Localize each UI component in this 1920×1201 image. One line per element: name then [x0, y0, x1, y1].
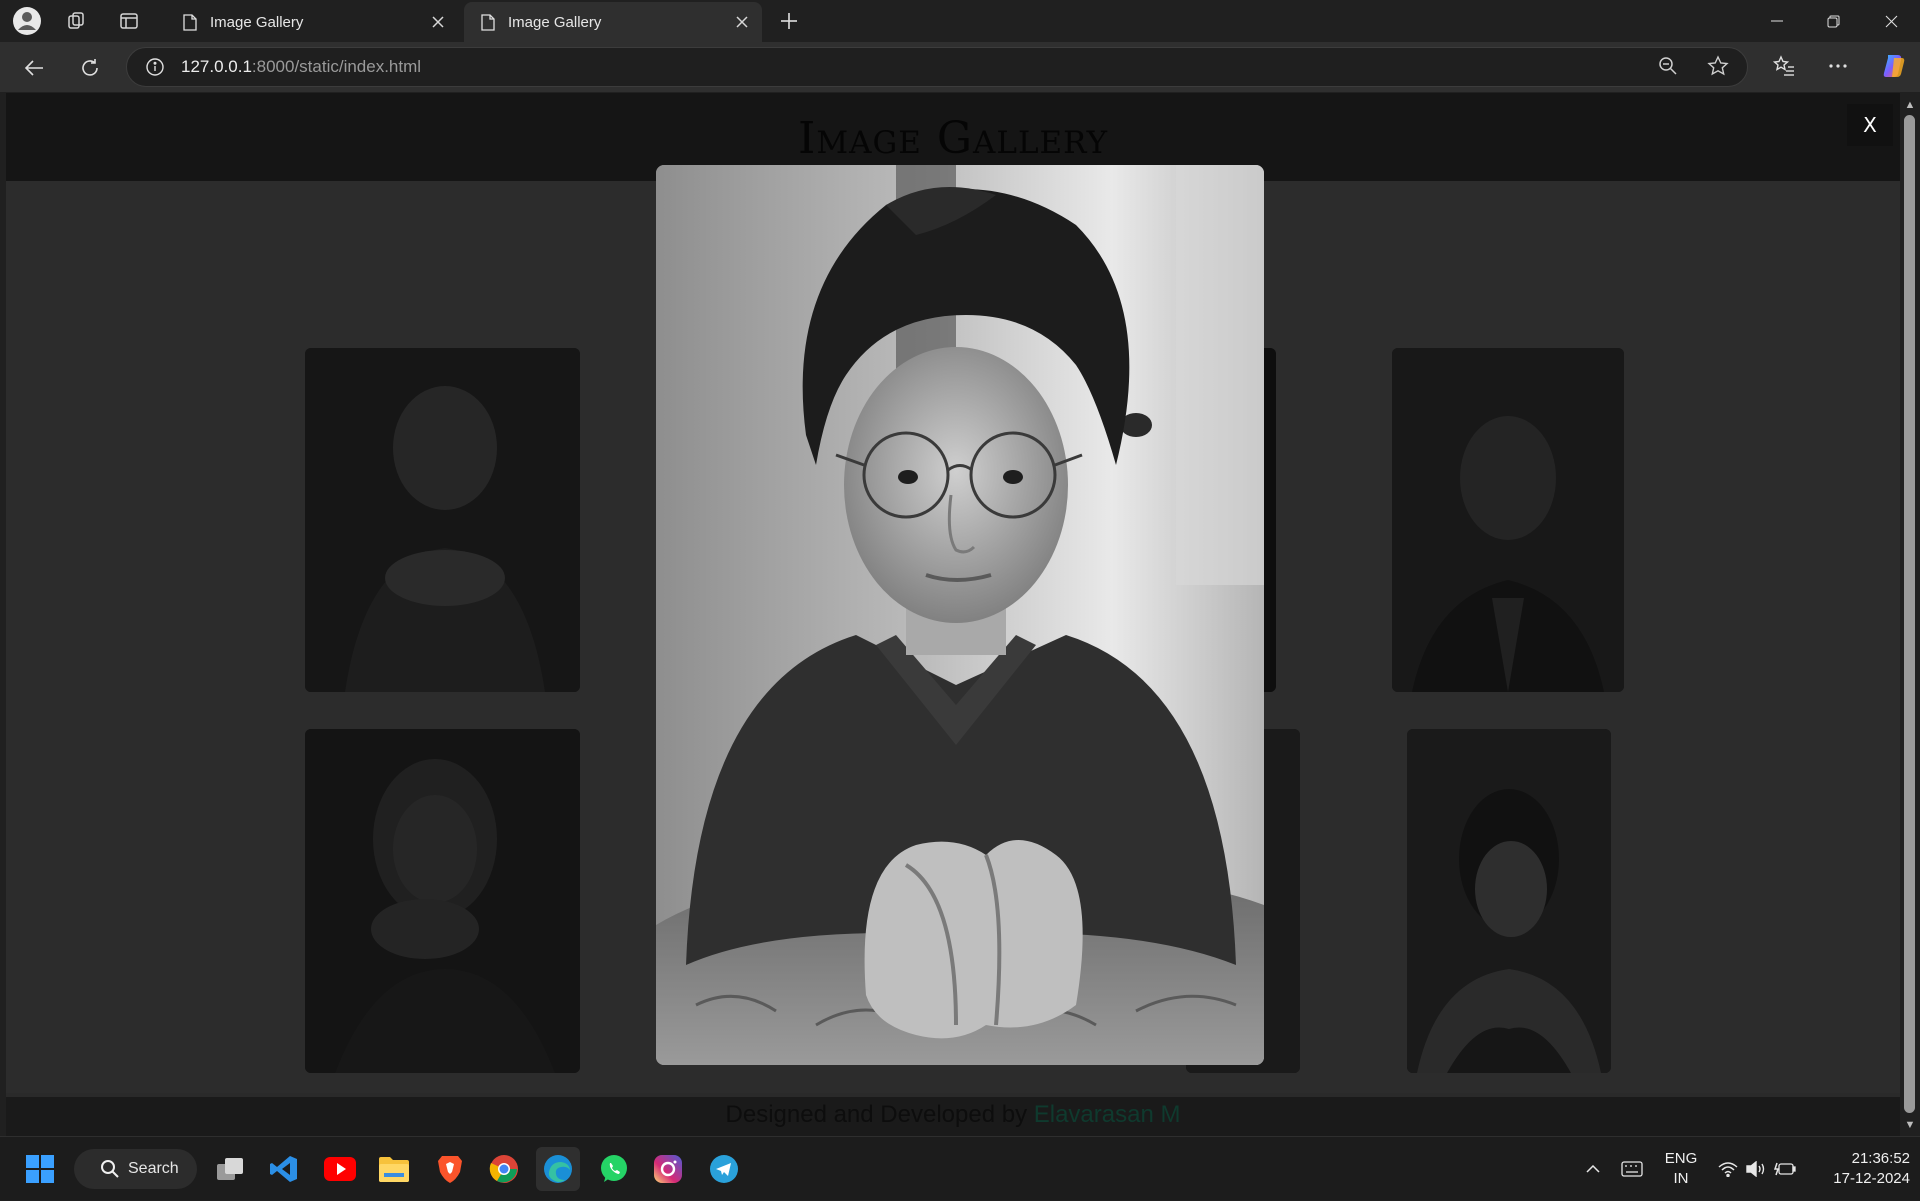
page-footer: Designed and Developed by Elavarasan M — [6, 1097, 1900, 1136]
workspaces-icon[interactable] — [60, 4, 94, 38]
page-scrollbar[interactable]: ▲ ▼ — [1900, 93, 1920, 1136]
url-text: 127.0.0.1:8000/static/index.html — [181, 57, 421, 77]
scroll-down-arrow-icon[interactable]: ▼ — [1904, 1119, 1916, 1131]
tab-image-gallery-2[interactable]: Image Gallery — [464, 2, 762, 42]
edge-browser-icon[interactable] — [536, 1147, 580, 1191]
gallery-thumbnail-woman-hands[interactable] — [305, 729, 580, 1073]
language-code: ENG — [1664, 1150, 1698, 1167]
clock-date: 17-12-2024 — [1833, 1170, 1910, 1187]
vscode-icon[interactable] — [262, 1147, 306, 1191]
page-viewport: Image Gallery Designed and Developed by … — [6, 93, 1900, 1136]
language-indicator[interactable]: ENG IN — [1656, 1149, 1706, 1189]
site-info-icon[interactable] — [143, 55, 167, 79]
footer-author-link[interactable]: Elavarasan M — [1034, 1101, 1181, 1128]
wifi-icon[interactable] — [1716, 1137, 1740, 1201]
close-window-button[interactable] — [1862, 0, 1920, 42]
favorites-list-icon[interactable] — [1768, 50, 1800, 82]
region-code: IN — [1673, 1170, 1689, 1187]
battery-charging-icon[interactable] — [1772, 1137, 1798, 1201]
taskbar-clock[interactable]: 21:36:52 17-12-2024 — [1806, 1149, 1910, 1189]
page-title: Image Gallery — [797, 113, 1109, 164]
close-tab-icon[interactable] — [424, 8, 452, 36]
back-arrow-icon[interactable] — [16, 50, 52, 86]
url-host: 127.0.0.1 — [181, 57, 252, 76]
chrome-icon[interactable] — [482, 1147, 526, 1191]
more-options-icon[interactable] — [1822, 50, 1854, 82]
modal-close-button[interactable]: X — [1847, 104, 1893, 146]
youtube-icon[interactable] — [318, 1147, 362, 1191]
tab-title: Image Gallery — [210, 13, 304, 31]
telegram-icon[interactable] — [702, 1147, 746, 1191]
refresh-icon[interactable] — [72, 50, 108, 86]
copilot-icon[interactable] — [1878, 50, 1910, 82]
profile-icon[interactable] — [10, 4, 44, 38]
favorite-star-icon[interactable] — [1702, 50, 1734, 82]
zoom-out-icon[interactable] — [1652, 50, 1684, 82]
tab-image-gallery-1[interactable]: Image Gallery — [166, 2, 458, 42]
tab-title: Image Gallery — [508, 13, 602, 31]
vertical-tabs-icon[interactable] — [112, 4, 146, 38]
restore-button[interactable] — [1804, 0, 1862, 42]
search-label: Search — [128, 1160, 179, 1177]
gallery-thumbnail-woman-portrait[interactable] — [1407, 729, 1611, 1073]
minimize-button[interactable] — [1748, 0, 1806, 42]
instagram-icon[interactable] — [646, 1147, 690, 1191]
gallery-thumbnail-man-suit[interactable] — [1392, 348, 1624, 692]
gallery-thumbnail-man-glasses[interactable] — [305, 348, 580, 692]
file-explorer-icon[interactable] — [372, 1147, 416, 1191]
page-icon — [478, 12, 498, 32]
scroll-up-arrow-icon[interactable]: ▲ — [1904, 99, 1916, 111]
start-windows-icon[interactable] — [18, 1147, 62, 1191]
footer-credit: Designed and Developed by — [725, 1101, 1034, 1128]
browser-toolbar: 127.0.0.1:8000/static/index.html — [0, 42, 1920, 92]
browser-tab-strip: Image Gallery Image Gallery — [0, 0, 1920, 42]
address-bar[interactable]: 127.0.0.1:8000/static/index.html — [126, 47, 1748, 87]
scrollbar-thumb[interactable] — [1904, 115, 1915, 1113]
brave-browser-icon[interactable] — [428, 1147, 472, 1191]
new-tab-button[interactable] — [772, 6, 806, 36]
whatsapp-icon[interactable] — [592, 1147, 636, 1191]
volume-icon[interactable] — [1744, 1137, 1768, 1201]
search-icon — [101, 1160, 119, 1178]
url-path: :8000/static/index.html — [251, 57, 422, 76]
show-hidden-icons-chevron-icon[interactable] — [1580, 1137, 1606, 1201]
clock-time: 21:36:52 — [1851, 1150, 1910, 1167]
modal-enlarged-photo — [656, 165, 1264, 1065]
task-view-icon[interactable] — [208, 1147, 252, 1191]
taskbar-search-button[interactable]: Search — [74, 1149, 197, 1189]
close-tab-icon[interactable] — [728, 8, 756, 36]
keyboard-icon[interactable] — [1618, 1137, 1646, 1201]
page-icon — [180, 12, 200, 32]
windows-taskbar: Search ENG IN 21:36:52 17-12-2024 — [0, 1136, 1920, 1200]
